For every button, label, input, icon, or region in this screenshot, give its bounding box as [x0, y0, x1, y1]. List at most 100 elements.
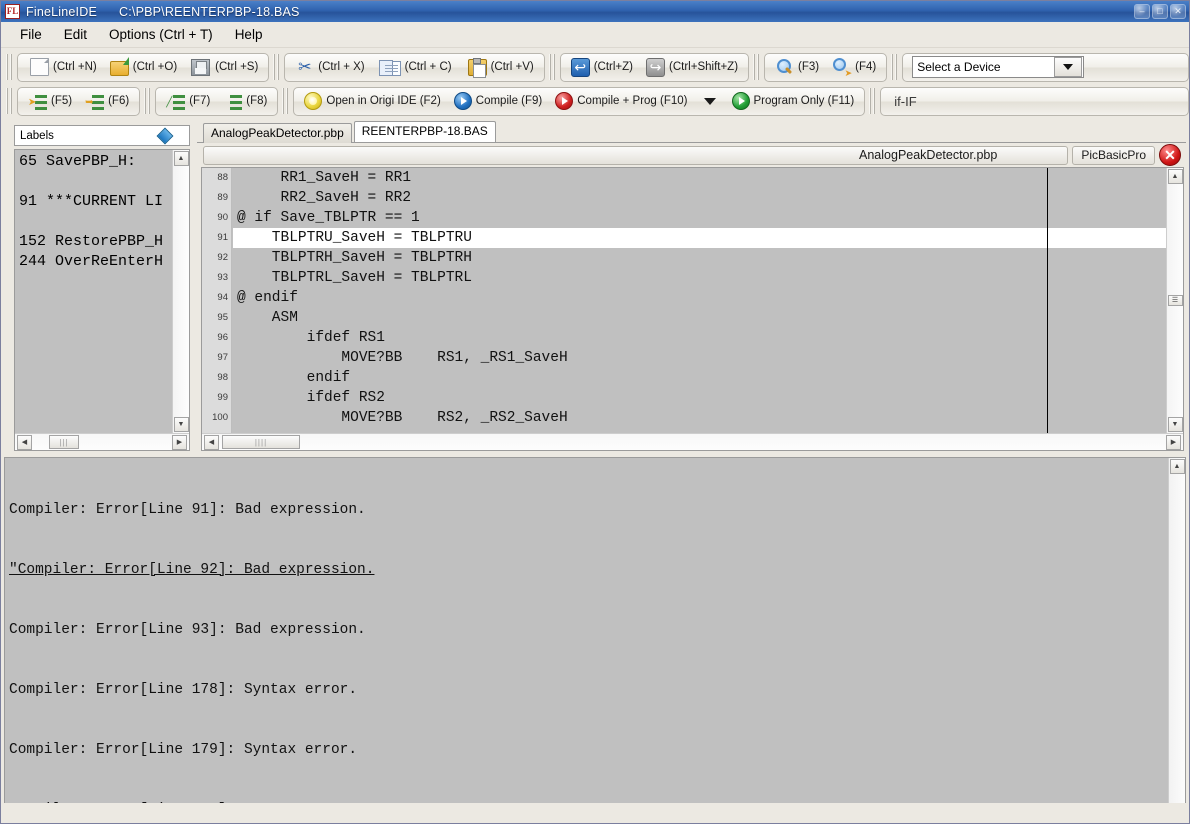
output-line[interactable]: Compiler: Error[Line 91]: Bad expression… — [9, 500, 1168, 520]
labels-list[interactable]: 65 SavePBP_H: 91 ***CURRENT LI 152 Resto… — [15, 150, 172, 433]
editor-horizontal-scrollbar[interactable]: ◀ |||| ▶ — [202, 433, 1183, 450]
compile-and-program-button[interactable]: Compile + Prog (F10) — [550, 90, 692, 112]
menu-edit[interactable]: Edit — [53, 24, 98, 45]
close-icon: ✕ — [1171, 5, 1185, 18]
toolbar-row-1: (Ctrl +N) (Ctrl +O) (Ctrl +S) (Ctrl + X) — [1, 50, 1189, 84]
output-line-selected[interactable]: "Compiler: Error[Line 92]: Bad expressio… — [9, 560, 1168, 580]
tab-analogpeakdetector[interactable]: AnalogPeakDetector.pbp — [203, 123, 352, 143]
code-editor[interactable]: 88 89 90 91 92 93 94 95 96 97 98 99 — [201, 167, 1184, 451]
toolbar-grip-9[interactable] — [869, 88, 876, 114]
labels-selector-value: Labels — [17, 130, 159, 142]
code-line[interactable]: @ if Save_TBLPTR == 1 — [233, 208, 1166, 228]
list-item[interactable]: 91 ***CURRENT LI — [19, 192, 172, 212]
scroll-up-arrow-icon[interactable]: ▲ — [174, 151, 189, 166]
editor-vsb-thumb[interactable]: ☰ — [1168, 295, 1183, 306]
code-text-area[interactable]: RR1_SaveH = RR1 RR2_SaveH = RR2 @ if Sav… — [233, 168, 1166, 433]
find-next-button[interactable]: (F4) — [827, 56, 881, 79]
redo-button[interactable]: ↪ (Ctrl+Shift+Z) — [641, 56, 743, 79]
toolbar-grip-7[interactable] — [144, 88, 151, 114]
scroll-up-arrow-icon[interactable]: ▲ — [1170, 459, 1185, 474]
comment-block-button[interactable]: ╱ (F7) — [161, 91, 215, 112]
device-select[interactable]: Select a Device — [912, 56, 1084, 78]
code-line-current[interactable]: TBLPTRU_SaveH = TBLPTRU — [233, 228, 1166, 248]
output-line[interactable]: Compiler: Error[Line 179]: Syntax error. — [9, 740, 1168, 760]
close-window-button[interactable]: ✕ — [1170, 4, 1186, 19]
labels-selector[interactable]: Labels — [14, 125, 190, 146]
open-file-bar[interactable]: AnalogPeakDetector.pbp — [203, 146, 1068, 165]
code-line[interactable]: MOVE?BB RS2, _RS2_SaveH — [233, 408, 1166, 428]
editor-vertical-scrollbar[interactable]: ▲ ☰ ▼ — [1166, 168, 1183, 433]
labels-hsb-thumb[interactable]: ||| — [49, 435, 79, 449]
file-toolbar-group: (Ctrl +N) (Ctrl +O) (Ctrl +S) — [17, 53, 269, 82]
undo-arrow-icon: ↩ — [571, 58, 590, 77]
code-line[interactable]: ifdef RS1 — [233, 328, 1166, 348]
code-line[interactable]: RR2_SaveH = RR2 — [233, 188, 1166, 208]
code-line[interactable]: @ endif — [233, 288, 1166, 308]
line-number: 96 — [202, 328, 231, 348]
status-strip — [1, 803, 1189, 823]
diamond-dropdown-icon[interactable] — [157, 127, 174, 144]
maximize-button[interactable]: □ — [1152, 4, 1168, 19]
blue-play-icon — [454, 92, 472, 110]
list-item[interactable]: 152 RestorePBP_H — [19, 232, 172, 252]
compiler-output-text[interactable]: Compiler: Error[Line 91]: Bad expression… — [5, 458, 1168, 811]
build-dropdown-button[interactable] — [704, 98, 716, 105]
list-item[interactable] — [19, 172, 172, 192]
output-line[interactable]: Compiler: Error[Line 93]: Bad expression… — [9, 620, 1168, 640]
save-file-button[interactable]: (Ctrl +S) — [185, 56, 263, 79]
toolbar-grip-6[interactable] — [6, 88, 13, 114]
open-file-button[interactable]: (Ctrl +O) — [105, 57, 182, 78]
list-item[interactable]: 244 OverReEnterH — [19, 252, 172, 272]
program-only-button[interactable]: Program Only (F11) — [727, 90, 860, 112]
code-line[interactable]: endif — [233, 368, 1166, 388]
indent-left-button[interactable]: ➥ (F6) — [80, 91, 134, 112]
editor-hsb-thumb[interactable]: |||| — [222, 435, 300, 449]
scroll-down-arrow-icon[interactable]: ▼ — [174, 417, 189, 432]
menu-file[interactable]: File — [9, 24, 53, 45]
scroll-up-arrow-icon[interactable]: ▲ — [1168, 169, 1183, 184]
uncomment-block-button[interactable]: (F8) — [218, 91, 272, 112]
list-item[interactable] — [19, 212, 172, 232]
code-line[interactable]: TBLPTRL_SaveH = TBLPTRL — [233, 268, 1166, 288]
toolbar-grip-8[interactable] — [282, 88, 289, 114]
list-item[interactable]: 65 SavePBP_H: — [19, 152, 172, 172]
toolbar-grip[interactable] — [6, 54, 13, 80]
minimize-button[interactable]: – — [1134, 4, 1150, 19]
code-line[interactable]: TBLPTRH_SaveH = TBLPTRH — [233, 248, 1166, 268]
code-line[interactable]: MOVE?BB RS1, _RS1_SaveH — [233, 348, 1166, 368]
paste-button[interactable]: (Ctrl +V) — [460, 56, 539, 78]
language-mode-button[interactable]: PicBasicPro — [1072, 146, 1155, 165]
output-line[interactable]: Compiler: Error[Line 178]: Syntax error. — [9, 680, 1168, 700]
code-line[interactable]: ifdef RS2 — [233, 388, 1166, 408]
code-line[interactable]: RR1_SaveH = RR1 — [233, 168, 1166, 188]
compile-button[interactable]: Compile (F9) — [449, 90, 547, 112]
toolbar-grip-5[interactable] — [891, 54, 898, 80]
output-vertical-scrollbar[interactable]: ▲ — [1168, 458, 1185, 811]
copy-button[interactable]: (Ctrl + C) — [373, 57, 457, 78]
scroll-down-arrow-icon[interactable]: ▼ — [1168, 417, 1183, 432]
tab-reenterpbp[interactable]: REENTERPBP-18.BAS — [354, 121, 496, 142]
compiler-output-panel[interactable]: Compiler: Error[Line 91]: Bad expression… — [4, 457, 1186, 812]
code-line[interactable]: ASM — [233, 308, 1166, 328]
undo-button[interactable]: ↩ (Ctrl+Z) — [566, 56, 638, 79]
menu-help[interactable]: Help — [224, 24, 274, 45]
labels-vertical-scrollbar[interactable]: ▲ ▼ — [172, 150, 189, 433]
find-button[interactable]: (F3) — [770, 56, 824, 79]
cut-button[interactable]: (Ctrl + X) — [290, 56, 369, 79]
menu-options[interactable]: Options (Ctrl + T) — [98, 24, 224, 45]
open-in-origin-ide-button[interactable]: Open in Origi IDE (F2) — [299, 90, 445, 112]
save-file-label: (Ctrl +S) — [215, 61, 258, 73]
scroll-left-arrow-icon[interactable]: ◀ — [204, 435, 219, 450]
scroll-right-arrow-icon[interactable]: ▶ — [172, 435, 187, 450]
close-tab-button[interactable]: ✕ — [1159, 144, 1181, 166]
new-file-button[interactable]: (Ctrl +N) — [23, 56, 102, 78]
indent-right-button[interactable]: ➤ (F5) — [23, 91, 77, 112]
scroll-left-arrow-icon[interactable]: ◀ — [17, 435, 32, 450]
toolbar-grip-3[interactable] — [549, 54, 556, 80]
line-number: 91 — [202, 228, 231, 248]
labels-horizontal-scrollbar[interactable]: ◀ ||| ▶ — [15, 433, 189, 450]
device-select-dropdown-button[interactable] — [1054, 57, 1082, 77]
toolbar-grip-4[interactable] — [753, 54, 760, 80]
scroll-right-arrow-icon[interactable]: ▶ — [1166, 435, 1181, 450]
toolbar-grip-2[interactable] — [273, 54, 280, 80]
